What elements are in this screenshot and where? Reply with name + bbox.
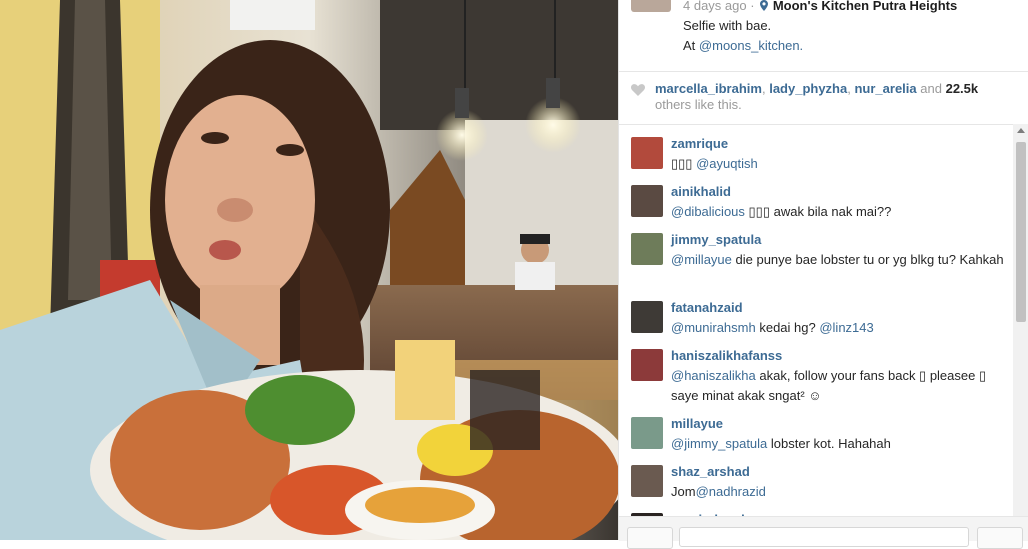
commenter-avatar[interactable] <box>631 185 663 217</box>
scroll-up-arrow-icon[interactable] <box>1017 128 1025 133</box>
comment-bar <box>619 516 1028 549</box>
scrollbar-thumb[interactable] <box>1016 142 1026 322</box>
likes-text: marcella_ibrahim, lady_phyzha, nur_areli… <box>655 81 1000 113</box>
comment-username[interactable]: millayue <box>671 416 723 431</box>
comments-scrollbar[interactable] <box>1013 124 1028 516</box>
liker-link[interactable]: marcella_ibrahim <box>655 81 762 96</box>
likes-sep: , <box>761 81 766 96</box>
likes-count[interactable]: 22.5k <box>946 81 979 96</box>
comment-mention[interactable]: @linz143 <box>819 320 873 335</box>
commenter-avatar[interactable] <box>631 301 663 333</box>
likes-sep: , <box>847 81 851 96</box>
caption-line: At @moons_kitchen. <box>683 36 803 56</box>
post-photo <box>0 0 618 540</box>
comment-text: @millayue die punye bae lobster tu or yg… <box>671 250 1006 270</box>
comment-text: @munirahsmh kedai hg? @linz143 <box>671 318 1006 338</box>
comment-username[interactable]: ainikhalid <box>671 184 731 199</box>
comment-mention[interactable]: @munirahsmh <box>671 320 756 335</box>
comment-mention[interactable]: @ayuqtish <box>696 156 758 171</box>
likes-summary: marcella_ibrahim, lady_phyzha, nur_areli… <box>619 71 1028 125</box>
commenter-avatar[interactable] <box>631 137 663 169</box>
comment-username[interactable]: haniszalikhafanss <box>671 348 782 363</box>
comment-text: @dibalicious ▯▯▯ awak bila nak mai?? <box>671 202 1006 222</box>
comment-text: @haniszalikha akak, follow your fans bac… <box>671 366 1006 406</box>
comment-username[interactable]: jimmy_spatula <box>671 232 761 247</box>
likes-and: and <box>920 81 942 96</box>
comment-mention[interactable]: @nadhrazid <box>696 484 766 499</box>
comment-mention[interactable]: @jimmy_spatula <box>671 436 767 451</box>
liker-link[interactable]: lady_phyzha <box>769 81 847 96</box>
comment-text-part: Jom <box>671 484 696 499</box>
comment-text-part: kedai hg? <box>755 320 820 335</box>
comment-username[interactable]: zamrique <box>671 136 728 151</box>
comment-text-part: die punye bae lobster tu or yg blkg tu? … <box>731 252 1004 267</box>
caption-mention[interactable]: @moons_kitchen. <box>699 38 803 53</box>
meta-separator: · <box>750 0 755 13</box>
comment-text: @jimmy_spatula lobster kot. Hahahah <box>671 434 1006 454</box>
commenter-avatar[interactable] <box>631 465 663 497</box>
poster-avatar[interactable] <box>631 0 671 12</box>
comment-text: ▯▯▯ @ayuqtish <box>671 154 1006 174</box>
post-caption: Selfie with bae. At @moons_kitchen. <box>683 16 803 56</box>
heart-icon <box>631 84 645 96</box>
comment-text-part: ▯▯▯ <box>671 156 697 171</box>
commenter-avatar[interactable] <box>631 417 663 449</box>
comments-list: zamrique ▯▯▯ @ayuqtish ainikhalid @dibal… <box>619 124 1011 516</box>
comment-text: Jom@nadhrazid <box>671 482 1006 502</box>
caption-at: At <box>683 38 696 53</box>
location-link[interactable]: Moon's Kitchen Putra Heights <box>773 0 957 13</box>
caption-line: Selfie with bae. <box>683 18 772 33</box>
commenter-avatar[interactable] <box>631 349 663 381</box>
likes-suffix: others like this. <box>655 97 742 112</box>
commenter-avatar[interactable] <box>631 233 663 265</box>
comment-mention[interactable]: @millayue <box>671 252 732 267</box>
location-pin-icon <box>760 0 769 11</box>
like-button[interactable] <box>627 527 673 549</box>
more-options-button[interactable] <box>977 527 1023 549</box>
post-header: 4 days ago · Moon's Kitchen Putra Height… <box>619 0 1028 70</box>
comment-username[interactable]: shaz_arshad <box>671 464 750 479</box>
liker-link[interactable]: nur_arelia <box>854 81 916 96</box>
comment-username[interactable]: fatanahzaid <box>671 300 743 315</box>
post-time: 4 days ago <box>683 0 747 13</box>
comment-text-part: lobster kot. Hahahah <box>767 436 891 451</box>
comment-mention[interactable]: @dibalicious <box>671 204 745 219</box>
comment-input[interactable] <box>679 527 969 547</box>
comment-text-part: ▯▯▯ awak bila nak mai?? <box>744 204 892 219</box>
comment-mention[interactable]: @haniszalikha <box>671 368 756 383</box>
post-details-panel: 4 days ago · Moon's Kitchen Putra Height… <box>618 0 1028 549</box>
post-meta: 4 days ago · Moon's Kitchen Putra Height… <box>683 0 957 13</box>
